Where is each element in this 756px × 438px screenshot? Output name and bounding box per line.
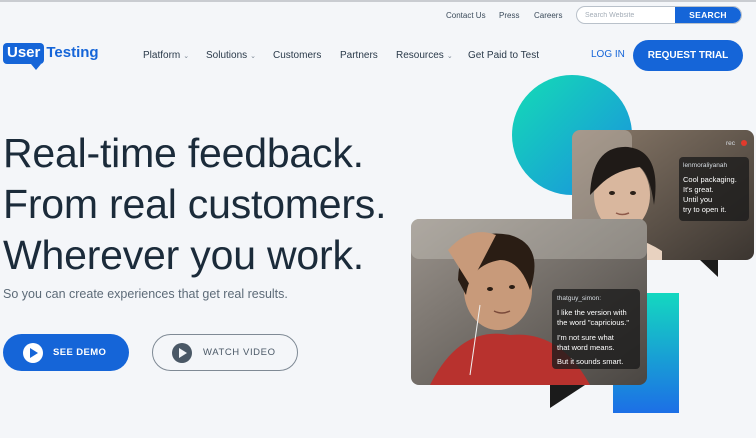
- nav-partners-label: Partners: [340, 50, 378, 61]
- card-top-caption-1: Cool packaging.: [683, 175, 737, 184]
- nav-resources-label: Resources: [396, 50, 444, 61]
- nav-platform[interactable]: Platform ⌄: [143, 50, 189, 61]
- nav-partners[interactable]: Partners: [340, 50, 378, 61]
- card-bottom-username: thatguy_simon:: [557, 295, 601, 302]
- hero-headline-line1: Real-time feedback.: [3, 130, 364, 176]
- card-bottom-caption-5: that word means.: [557, 343, 615, 352]
- hero-illustration: lenmoraliyanah Cool packaging. It's grea…: [411, 75, 754, 413]
- card-top-caption-3: Until you: [683, 195, 712, 204]
- logo-testing-text: Testing: [46, 44, 99, 61]
- see-demo-label: SEE DEMO: [53, 347, 107, 358]
- recording-dot-icon: [741, 140, 747, 146]
- site-search: SEARCH: [576, 6, 742, 24]
- watch-video-label: WATCH VIDEO: [203, 347, 276, 358]
- hero-subtitle: So you can create experiences that get r…: [3, 287, 288, 301]
- search-button[interactable]: SEARCH: [675, 7, 741, 23]
- nav-platform-label: Platform: [143, 50, 181, 61]
- chevron-down-icon: ⌄: [446, 52, 453, 60]
- request-trial-button[interactable]: REQUEST TRIAL: [633, 40, 743, 71]
- nav-resources[interactable]: Resources ⌄: [396, 50, 453, 61]
- card-bottom-caption-1: I like the version with: [557, 308, 627, 317]
- see-demo-button[interactable]: SEE DEMO: [3, 334, 129, 371]
- play-icon: [23, 342, 43, 363]
- hero-headline-line2: From real customers.: [3, 181, 387, 227]
- usertesting-logo[interactable]: User Testing: [3, 42, 99, 70]
- press-link[interactable]: Press: [499, 11, 519, 20]
- nav-solutions-label: Solutions: [206, 50, 248, 61]
- nav-customers-label: Customers: [273, 50, 322, 61]
- card-top-username: lenmoraliyanah: [683, 162, 727, 169]
- nav-get-paid-label: Get Paid to Test: [468, 50, 539, 61]
- nav-get-paid[interactable]: Get Paid to Test: [468, 50, 539, 61]
- careers-link[interactable]: Careers: [534, 11, 562, 20]
- watch-video-button[interactable]: WATCH VIDEO: [152, 334, 298, 371]
- recording-label: rec: [726, 140, 736, 147]
- nav-customers[interactable]: Customers: [273, 50, 321, 61]
- contact-us-link[interactable]: Contact Us: [446, 11, 486, 20]
- hero-headline-line3: Wherever you work.: [3, 232, 364, 278]
- card-bottom-caption-4: I'm not sure what: [557, 333, 615, 342]
- login-link[interactable]: LOG IN: [591, 49, 625, 60]
- card-bottom-caption-7: But it sounds smart.: [557, 357, 623, 366]
- logo-user-text: User: [3, 42, 45, 70]
- video-card-bottom: thatguy_simon: I like the version with t…: [411, 219, 647, 408]
- card-top-caption-4: try to open it.: [683, 205, 726, 214]
- play-icon: [172, 342, 192, 363]
- card-bottom-caption-2: the word "capricious.": [557, 318, 629, 327]
- utility-bar: Contact Us Press Careers SEARCH: [0, 0, 756, 28]
- card-top-caption-2: It's great.: [683, 185, 714, 194]
- nav-solutions[interactable]: Solutions ⌄: [206, 50, 256, 61]
- chevron-down-icon: ⌄: [183, 52, 190, 60]
- chevron-down-icon: ⌄: [250, 52, 257, 60]
- search-input[interactable]: [577, 7, 677, 23]
